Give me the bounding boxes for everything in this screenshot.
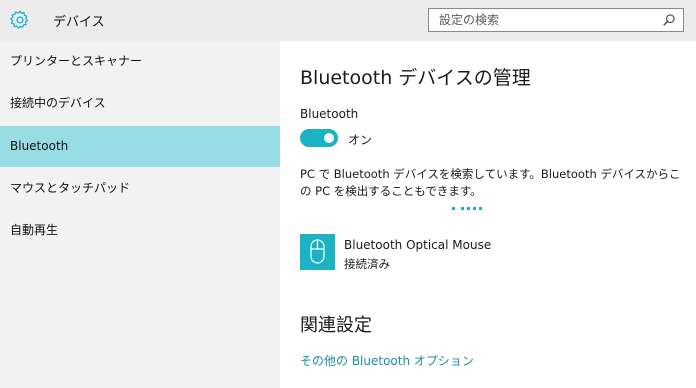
search-box[interactable] <box>428 8 684 32</box>
sidebar-item-label: 自動再生 <box>10 223 59 237</box>
main-content: Bluetooth デバイスの管理 Bluetooth オン PC で Blue… <box>280 41 696 388</box>
sidebar-item-label: Bluetooth <box>10 139 69 153</box>
progress-dot <box>467 207 470 210</box>
toggle-knob <box>324 133 334 143</box>
search-input[interactable] <box>429 9 657 31</box>
sidebar-item-bluetooth[interactable]: Bluetooth <box>0 126 280 167</box>
device-name: Bluetooth Optical Mouse <box>344 238 492 252</box>
sidebar-item-label: プリンターとスキャナー <box>10 54 143 68</box>
mouse-icon <box>310 239 325 264</box>
bluetooth-label: Bluetooth <box>300 107 359 121</box>
sidebar-item-connected-devices[interactable]: 接続中のデバイス <box>0 83 280 124</box>
more-bluetooth-options-link[interactable]: その他の Bluetooth オプション <box>300 352 474 369</box>
sidebar-item-label: 接続中のデバイス <box>10 96 106 110</box>
gear-icon <box>9 10 29 30</box>
page-title: Bluetooth デバイスの管理 <box>300 67 531 89</box>
bluetooth-toggle[interactable] <box>300 129 338 147</box>
search-icon[interactable] <box>662 13 676 27</box>
device-status: 接続済み <box>344 257 390 271</box>
device-item[interactable]: Bluetooth Optical Mouse 接続済み <box>300 234 680 272</box>
progress-dot <box>461 207 464 210</box>
app-title: デバイス <box>53 15 105 30</box>
progress-dot <box>452 207 455 210</box>
sidebar-item-mouse-touchpad[interactable]: マウスとタッチパッド <box>0 168 280 209</box>
device-tile <box>300 234 335 270</box>
progress-dot <box>479 207 482 210</box>
search-description: PC で Bluetooth デバイスを検索しています。Bluetooth デバ… <box>300 167 681 198</box>
title-bar: デバイス <box>0 0 696 41</box>
searching-progress-dots <box>452 207 492 211</box>
progress-dot <box>473 207 476 210</box>
sidebar: プリンターとスキャナー 接続中のデバイス Bluetooth マウスとタッチパッ… <box>0 41 280 388</box>
toggle-state-label: オン <box>348 133 373 147</box>
sidebar-item-label: マウスとタッチパッド <box>10 181 131 195</box>
sidebar-item-printers-scanners[interactable]: プリンターとスキャナー <box>0 41 280 82</box>
related-settings-heading: 関連設定 <box>300 315 372 336</box>
sidebar-item-autoplay[interactable]: 自動再生 <box>0 210 280 251</box>
